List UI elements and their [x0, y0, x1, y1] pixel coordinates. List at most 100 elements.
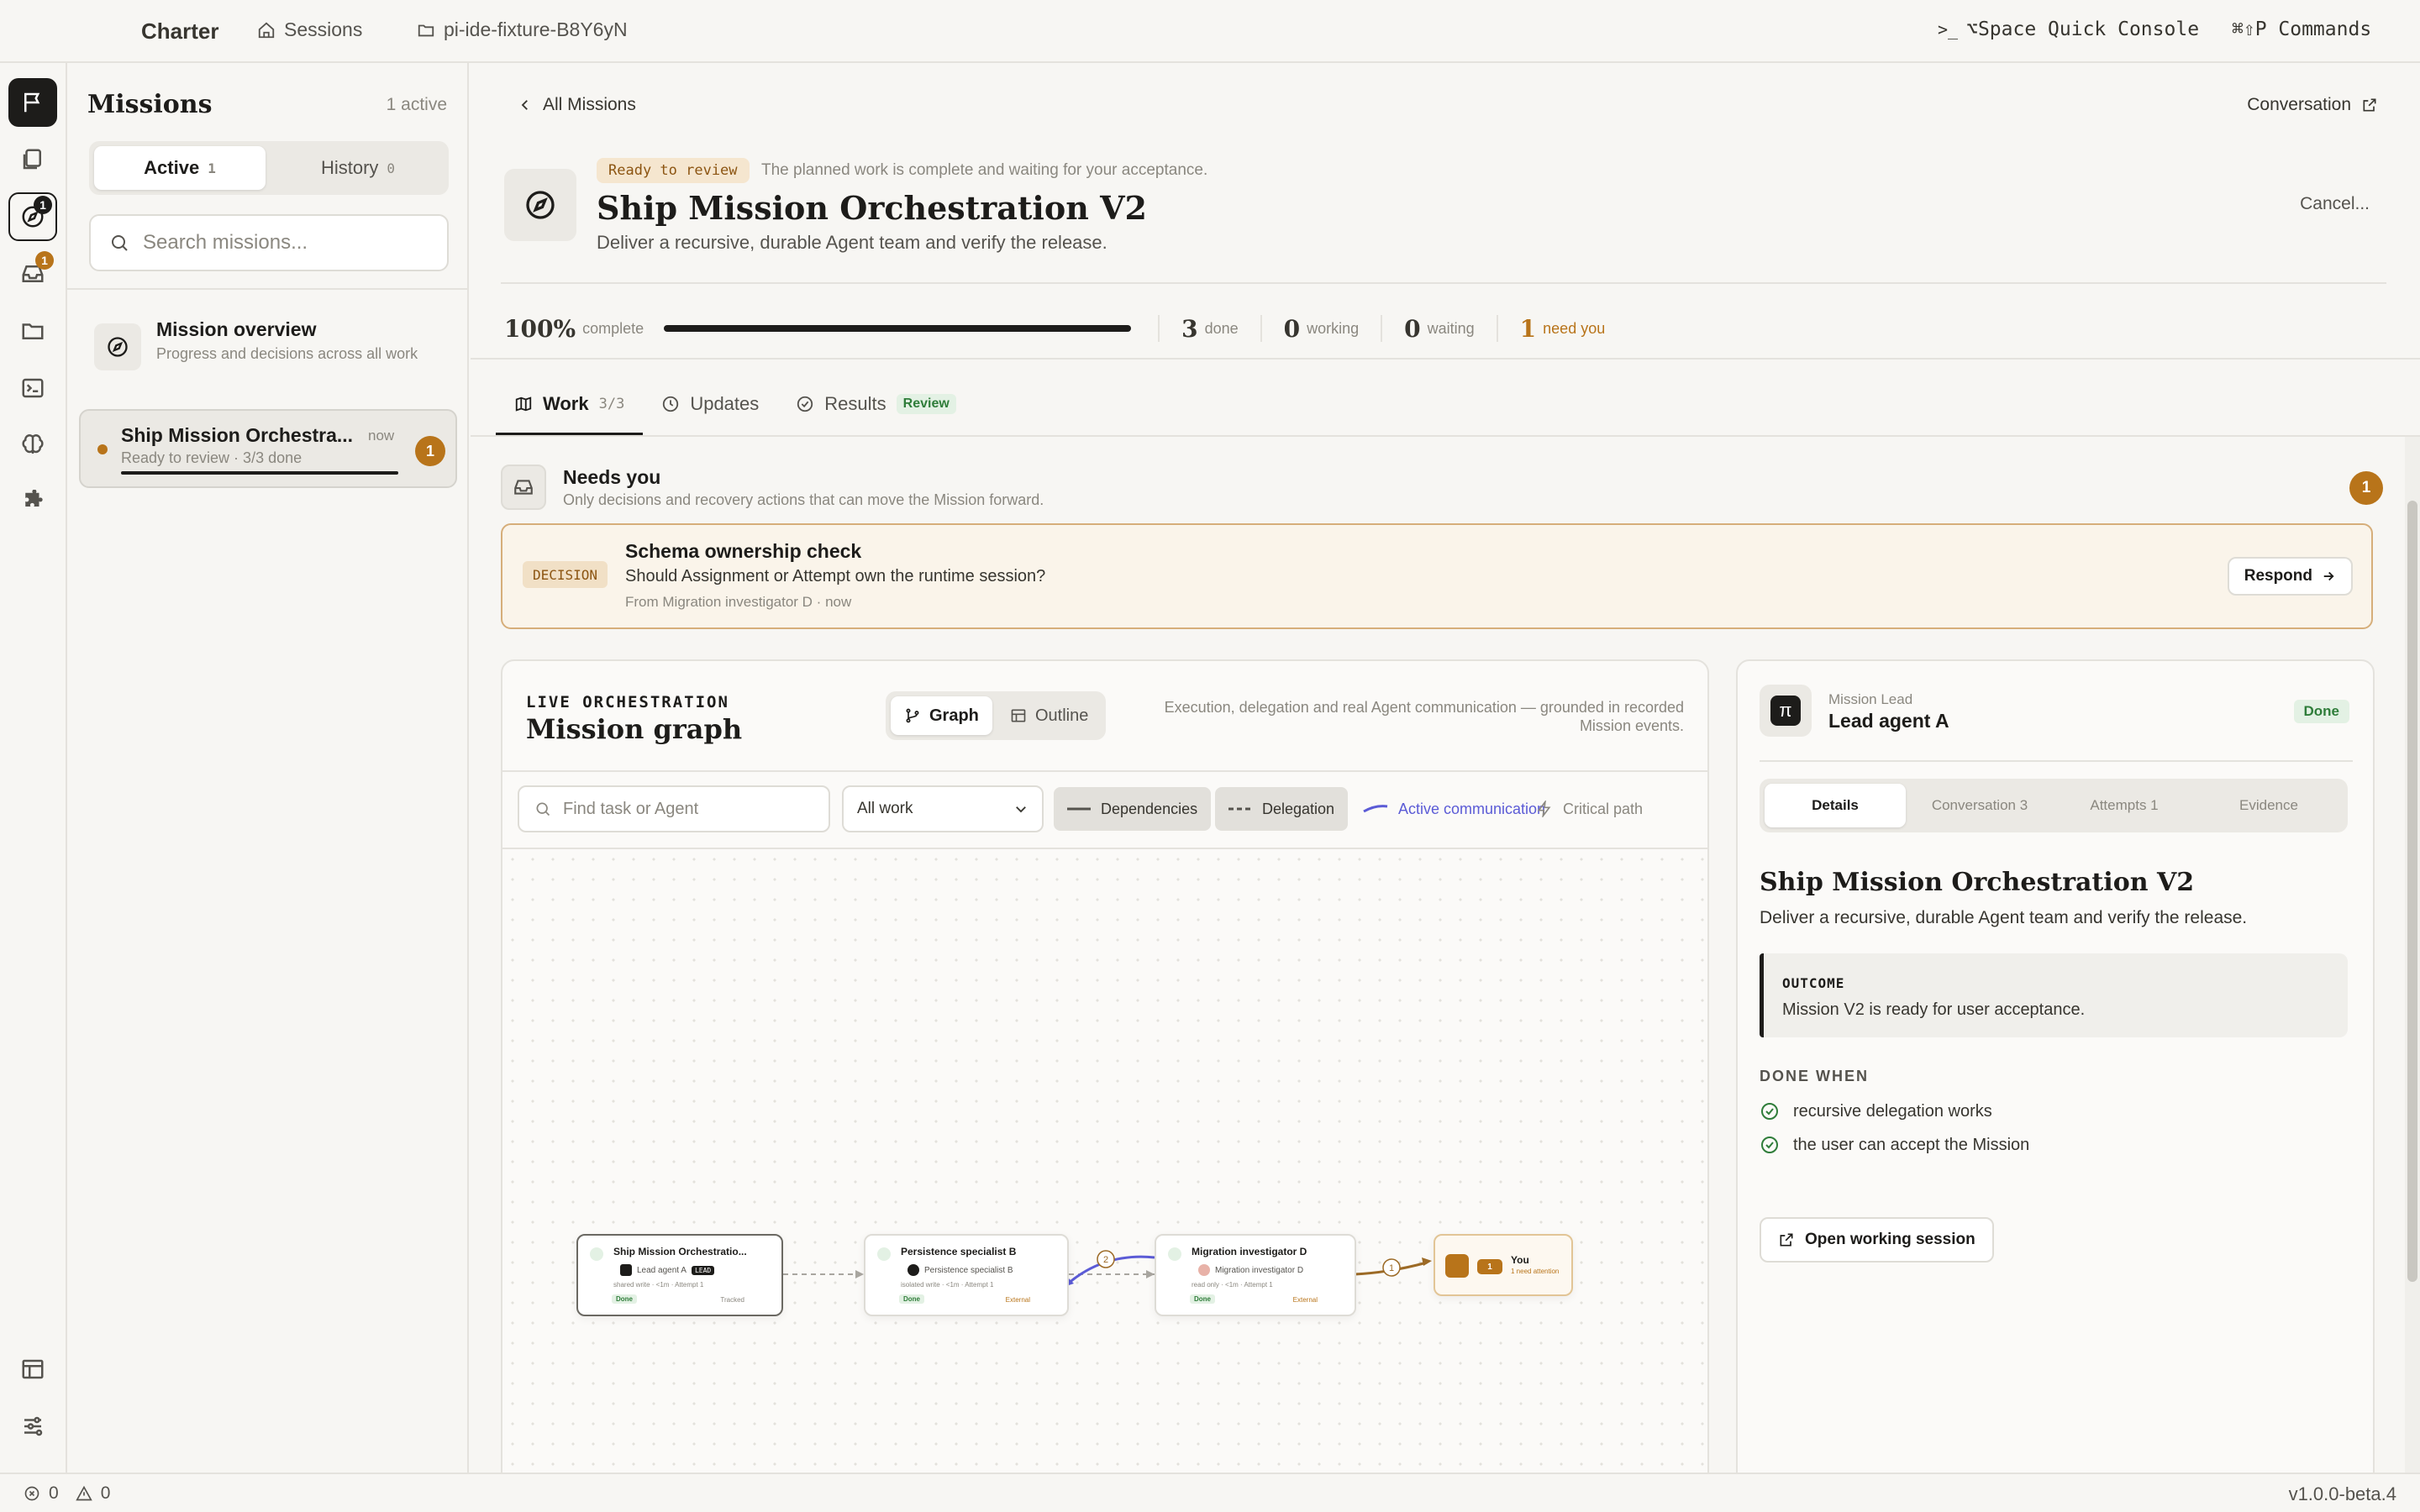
rail-missions-flag[interactable] [8, 78, 57, 127]
rail-terminal[interactable] [8, 364, 57, 412]
node-right: External [1292, 1296, 1318, 1304]
agent-avatar-icon [908, 1264, 919, 1276]
done-check-icon [1168, 1247, 1181, 1261]
tab-work[interactable]: Work 3/3 [496, 372, 644, 436]
scrollbar-thumb[interactable] [2407, 501, 2417, 1282]
view-graph-label: Graph [929, 706, 979, 725]
view-outline-button[interactable]: Outline [997, 696, 1102, 735]
tab-evidence[interactable]: Evidence [2198, 784, 2339, 827]
criterion-item: recursive delegation works [1760, 1101, 1992, 1121]
tab-attempts[interactable]: Attempts 1 [2054, 784, 2195, 827]
terminal-icon: >_ [1938, 19, 1959, 39]
graph-canvas[interactable]: 2 1 Ship Mission Orchestratio... Lead ag… [502, 848, 1707, 1473]
node-status: Done [1190, 1294, 1215, 1304]
respond-label: Respond [2244, 567, 2312, 585]
rail-inbox[interactable]: 1 [8, 249, 57, 298]
graph-eyebrow: LIVE ORCHESTRATION [526, 693, 729, 711]
mission-overview-link[interactable]: Mission overview Progress and decisions … [89, 315, 449, 382]
rail-pages[interactable] [8, 135, 57, 184]
terminal-icon [22, 378, 44, 398]
graph-header-divider [502, 770, 1707, 772]
missions-filter-tabs: Active 1 History 0 [89, 141, 449, 195]
criterion-item: the user can accept the Mission [1760, 1135, 2029, 1155]
outcome-label: OUTCOME [1782, 975, 1845, 991]
tab-results-label: Results [824, 393, 886, 414]
agent-avatar: π [1760, 685, 1812, 737]
sidebar-title: Missions [87, 90, 213, 119]
legend-critical-path[interactable]: Critical path [1523, 787, 1656, 831]
warning-icon [75, 1485, 92, 1501]
cancel-mission-button[interactable]: Cancel... [2300, 194, 2370, 214]
sessions-label: Sessions [284, 18, 363, 40]
details-subtitle: Deliver a recursive, durable Agent team … [1760, 908, 2248, 927]
workspace-link[interactable]: pi-ide-fixture-B8Y6yN [417, 18, 628, 41]
agent-avatar-icon [620, 1264, 632, 1276]
puzzle-icon [25, 490, 43, 507]
graph-node-persistence[interactable]: Persistence specialist B Persistence spe… [864, 1234, 1069, 1316]
find-task-input[interactable] [563, 799, 815, 819]
external-link-icon [2363, 98, 2376, 112]
legend-dependencies-label: Dependencies [1101, 800, 1198, 817]
tab-history[interactable]: History 0 [272, 146, 444, 190]
rail-extensions[interactable] [8, 478, 57, 527]
tab-conversation[interactable]: Conversation 3 [1909, 784, 2050, 827]
mission-icon-box [504, 169, 576, 241]
done-check-icon [877, 1247, 891, 1261]
decision-card: DECISION Schema ownership check Should A… [501, 523, 2373, 629]
mission-detail: All Missions Conversation Ready to revie… [471, 63, 2420, 1473]
brain-icon [22, 434, 44, 454]
search-missions-input[interactable] [143, 231, 420, 255]
page-subtitle: Deliver a recursive, durable Agent team … [597, 232, 1107, 253]
stat-separator [1496, 315, 1498, 342]
all-missions-link[interactable]: All Missions [518, 95, 636, 115]
main-scrollbar[interactable] [2405, 437, 2420, 1473]
rail-layout[interactable] [8, 1345, 57, 1394]
node-meta: read only · <1m · Attempt 1 [1192, 1281, 1273, 1289]
node-status: Done [612, 1294, 637, 1304]
tab-results[interactable]: Results Review [777, 372, 975, 436]
external-link-icon [1780, 1233, 1793, 1247]
graph-node-you[interactable]: 1 You 1 need attention [1434, 1234, 1573, 1296]
node-title: Ship Mission Orchestratio... [613, 1246, 747, 1257]
legend-dependencies[interactable]: Dependencies [1054, 787, 1212, 831]
respond-button[interactable]: Respond [2227, 557, 2353, 596]
rail-settings[interactable] [8, 1402, 57, 1451]
you-sub: 1 need attention [1511, 1268, 1560, 1275]
rail-missions[interactable]: 1 [8, 192, 57, 241]
tab-history-label: History [320, 157, 379, 178]
node-agent-name: Migration investigator D [1215, 1265, 1304, 1275]
rail-files[interactable] [8, 307, 57, 355]
problems-indicator[interactable]: 0 0 [24, 1483, 110, 1504]
tab-active[interactable]: Active 1 [94, 146, 266, 190]
node-status: Done [899, 1294, 924, 1304]
node-right: Tracked [720, 1296, 744, 1304]
mission-list-item[interactable]: Ship Mission Orchestra... now Ready to r… [79, 409, 457, 488]
tab-active-count: 1 [208, 160, 216, 176]
commands-button[interactable]: ⌘⇧P Commands [2232, 18, 2371, 40]
node-meta: isolated write · <1m · Attempt 1 [901, 1281, 994, 1289]
quick-console-label: ⌥Space Quick Console [1966, 18, 2200, 40]
agent-details-panel: π Mission Lead Lead agent A Done Details… [1736, 659, 2375, 1473]
stat-separator [1260, 315, 1262, 342]
sessions-link[interactable]: Sessions [257, 18, 362, 41]
mission-item-time: now [368, 428, 395, 444]
work-filter-select[interactable]: All work [842, 785, 1044, 832]
mission-tabs: Work 3/3 Updates Results Review [496, 372, 975, 436]
working-label: working [1307, 319, 1360, 337]
graph-node-lead[interactable]: Ship Mission Orchestratio... Lead agent … [576, 1234, 783, 1316]
tab-details[interactable]: Details [1765, 784, 1906, 827]
legend-delegation[interactable]: Delegation [1215, 787, 1349, 831]
graph-node-migration[interactable]: Migration investigator D Migration inves… [1155, 1234, 1356, 1316]
conversation-link[interactable]: Conversation [2247, 95, 2378, 115]
quick-console-button[interactable]: >_ ⌥Space Quick Console [1938, 18, 2199, 40]
overview-desc: Progress and decisions across all work [156, 345, 418, 362]
rail-brain[interactable] [8, 421, 57, 470]
tab-updates[interactable]: Updates [643, 372, 777, 436]
edge-count-2: 1 [1389, 1263, 1394, 1273]
decision-tag: DECISION [523, 561, 608, 588]
node-agent-name: Persistence specialist B [924, 1265, 1013, 1275]
table-icon [1011, 709, 1026, 722]
open-working-session-button[interactable]: Open working session [1760, 1217, 1994, 1263]
status-bar: 0 0 v1.0.0-beta.4 [0, 1473, 2420, 1512]
view-graph-button[interactable]: Graph [891, 696, 992, 735]
